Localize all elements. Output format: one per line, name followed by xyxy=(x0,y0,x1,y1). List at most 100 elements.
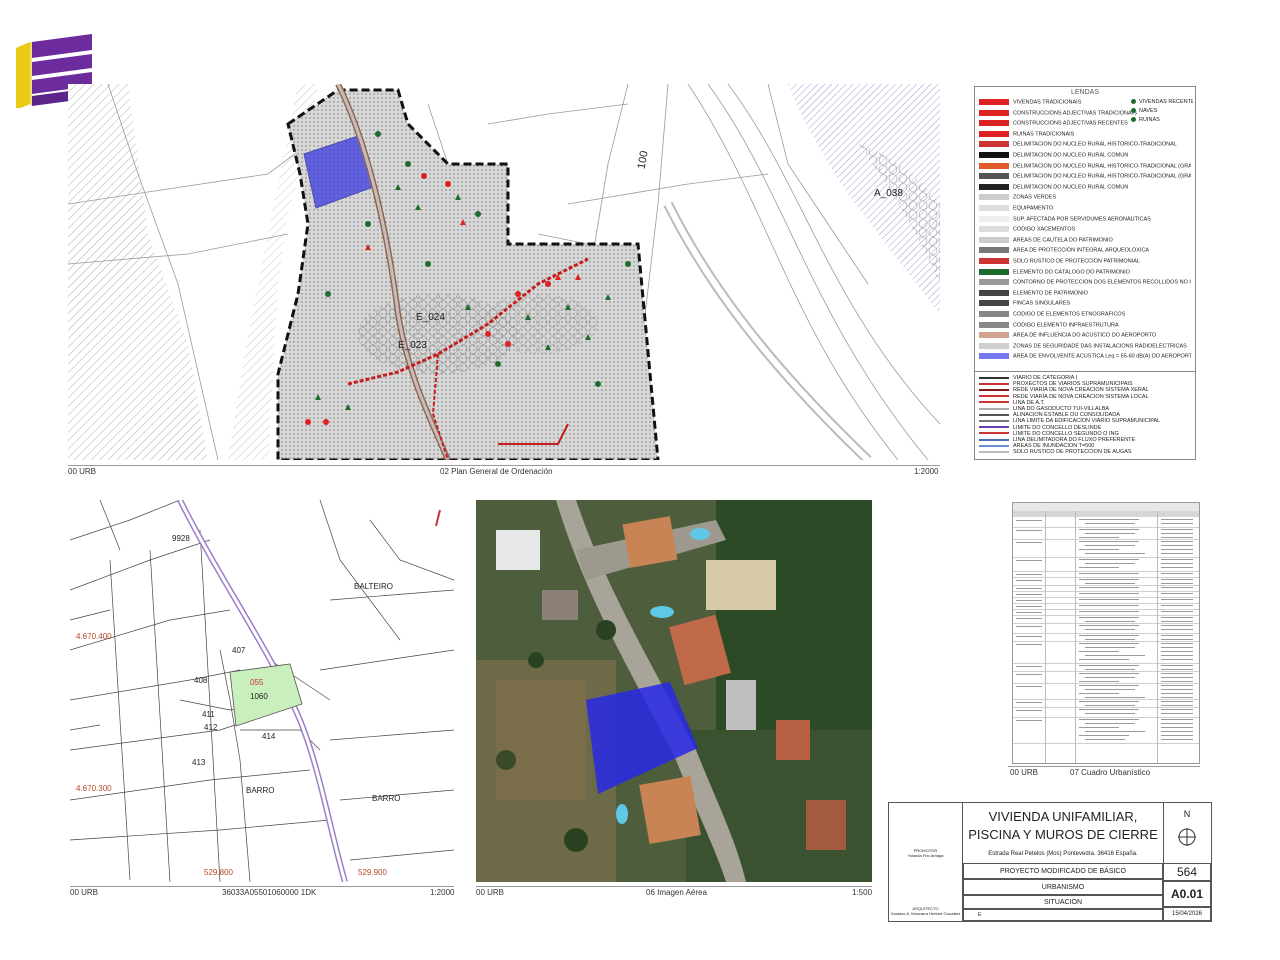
urban-table-text-line xyxy=(1161,625,1193,626)
urban-table-text-line xyxy=(1079,573,1139,574)
urban-table-text-line xyxy=(1161,617,1193,618)
parcel-407: 407 xyxy=(232,646,246,655)
urban-table-text-line xyxy=(1161,709,1193,710)
urban-table-rows xyxy=(1013,517,1199,763)
promotor-cell: PROMOTOR Yolanda Frio Arriaga xyxy=(889,803,963,863)
urban-table-text-line xyxy=(1079,593,1139,594)
legend-line-swatch xyxy=(979,388,1009,391)
urban-table-text-line xyxy=(1161,519,1193,520)
legend-lower-label: REDE VIARIA DE NOVA CREACIÓN SISTEMA LOC… xyxy=(1013,393,1149,400)
legend-item: ZONAS VERDES xyxy=(979,194,1191,202)
urban-table-text-line xyxy=(1161,611,1193,612)
legend-item: ELEMENTO DE PATRIMONIO xyxy=(979,289,1191,298)
cadastre-caption-center: 36033A05501060000 1DK xyxy=(222,888,317,897)
legend-line-swatch xyxy=(979,419,1009,422)
legend-item-label: ÁREAS DE CAUTELA DO PATRIMONIO xyxy=(1013,237,1113,244)
legend-item-label: CÓDIGO ELEMENTO INFRAESTRUTURA xyxy=(1013,322,1119,329)
urban-table-text-line xyxy=(1079,709,1139,710)
urban-table-text-line xyxy=(1016,710,1042,711)
urban-table-text-line xyxy=(1161,583,1193,584)
legend-lower-list: VIARIO DE CATEGORÍA I PROXECTOS DE VIARIO… xyxy=(979,375,1191,457)
urban-table-text-line xyxy=(1016,520,1042,521)
legend-swatch xyxy=(979,130,1009,137)
urban-table-text-line xyxy=(1079,541,1139,542)
legend-panel: LENDAS VIVENDAS TRADICIONAIS CONSTRUCCIÓN… xyxy=(974,86,1196,460)
urban-table-row xyxy=(1013,557,1199,572)
urban-table-text-line xyxy=(1161,605,1193,606)
legend-item: DELIMITACIÓN DO NÚCLEO RURAL HISTÓRICO-T… xyxy=(979,162,1191,171)
urban-table-text-line xyxy=(1079,701,1139,702)
urban-table-text-line xyxy=(1161,689,1193,690)
legend-line-swatch xyxy=(979,395,1009,398)
urban-table-text-line xyxy=(1161,727,1193,728)
urban-table-col1 xyxy=(1045,511,1046,763)
legend-marker-icon xyxy=(1131,99,1136,105)
urban-table-text-line xyxy=(1085,713,1135,714)
legend-line-swatch xyxy=(979,407,1009,410)
urban-table-panel xyxy=(1012,502,1200,764)
urban-table-text-line xyxy=(1016,702,1042,703)
urban-table-text-line xyxy=(1161,693,1193,694)
urban-table-text-line xyxy=(1079,635,1139,636)
legend-swatch xyxy=(979,258,1009,264)
legend-lower-label: LÍMITE DO CONCELLO SEGUNDO O ING xyxy=(1013,430,1119,437)
legend-item: DELIMITACIÓN DO NÚCLEO RURAL COMÚN xyxy=(979,183,1191,192)
urban-table-text-line xyxy=(1079,549,1119,550)
legend-lower-label: PROXECTOS DE VIARIOS SUPRAMUNICIPAIS xyxy=(1013,381,1133,388)
scale-label: E xyxy=(978,912,982,918)
cadastre-caption-right: 1:2000 xyxy=(430,888,455,897)
legend-item-label: ELEMENTO DE PATRIMONIO xyxy=(1013,290,1088,297)
pgo-map xyxy=(68,84,940,460)
legend-item: DELIMITACIÓN DO NÚCLEO RURAL COMÚN xyxy=(979,152,1191,160)
urban-table-text-line xyxy=(1161,563,1193,564)
legend-title: LENDAS xyxy=(1070,89,1099,96)
legend-swatch xyxy=(979,162,1009,169)
issue-date: 15/04/2026 xyxy=(1163,907,1211,921)
urban-table-text-line xyxy=(1161,573,1193,574)
urban-table-text-line xyxy=(1079,659,1129,660)
urban-table-text-line xyxy=(1079,685,1139,686)
urban-table-text-line xyxy=(1161,587,1193,588)
urban-table-text-line xyxy=(1161,719,1193,720)
legend-item-label: DELIMITACIÓN DO NÚCLEO RURAL HISTÓRICO-T… xyxy=(1013,163,1191,170)
arquitecto-name: Gustavo A. Moscarra Herbert Gonzalez xyxy=(890,911,961,916)
urban-table-text-line xyxy=(1085,563,1135,564)
urban-table-text-line xyxy=(1161,723,1193,724)
project-title-line-2: PISCINA Y MUROS DE CIERRE xyxy=(968,827,1158,842)
urban-table-text-line xyxy=(1079,727,1119,728)
urban-table-text-line xyxy=(1161,677,1193,678)
legend-item: CONTORNO DE PROTECCIÓN DOS ELEMENTOS REC… xyxy=(979,279,1191,287)
legend-right-label: NAVES xyxy=(1139,108,1158,114)
coord-y2: 4.670.300 xyxy=(76,784,112,793)
aerial-image-panel xyxy=(476,500,872,882)
legend-marker-icon xyxy=(1131,108,1136,114)
cadastre-map-panel: 407 408 055 1060 411 412 414 413 BARRO B… xyxy=(70,500,454,882)
urban-table-text-line xyxy=(1079,651,1119,652)
legend-item-label: DELIMITACIÓN DO NÚCLEO RURAL HISTÓRICO-T… xyxy=(1013,173,1191,180)
urban-table-text-line xyxy=(1016,674,1042,675)
urban-table-text-line xyxy=(1161,665,1193,666)
urban-table-text-line xyxy=(1016,542,1042,543)
label-e024: E_024 xyxy=(416,312,445,323)
urban-table-col2 xyxy=(1075,511,1076,763)
legend-swatch xyxy=(979,99,1009,105)
legend-right-label: RUINAS xyxy=(1139,117,1160,123)
legend-item-label: CONTORNO DE PROTECCIÓN DOS ELEMENTOS REC… xyxy=(1013,279,1191,286)
legend-swatch xyxy=(979,300,1009,307)
coord-y1: 4.670.400 xyxy=(76,632,112,641)
legend-lower-label: SOLO RÚSTICO DE PROTECCIÓN DE AUGAS xyxy=(1013,449,1132,456)
urban-table-text-line xyxy=(1161,705,1193,706)
urban-table-text-line xyxy=(1161,643,1193,644)
top-caption-right: 1:2000 xyxy=(914,467,939,476)
top-caption-center: 02 Plan General de Ordenación xyxy=(440,467,553,476)
urban-table-text-line xyxy=(1079,693,1119,694)
row-proyecto: PROYECTO MODIFICADO DE BÁSICO xyxy=(963,863,1163,879)
legend-lower-label: LIÑA DELIMITADORA DO FLUXO PREFERENTE xyxy=(1013,437,1136,443)
urban-table-text-line xyxy=(1085,731,1145,732)
urban-table-text-line xyxy=(1161,697,1193,698)
urban-table-text-line xyxy=(1016,600,1042,601)
legend-item: FINCAS SINGULARES xyxy=(979,300,1191,308)
urban-table-text-line xyxy=(1079,567,1119,568)
legend-swatch xyxy=(979,236,1009,243)
urban-table-text-line xyxy=(1161,713,1193,714)
